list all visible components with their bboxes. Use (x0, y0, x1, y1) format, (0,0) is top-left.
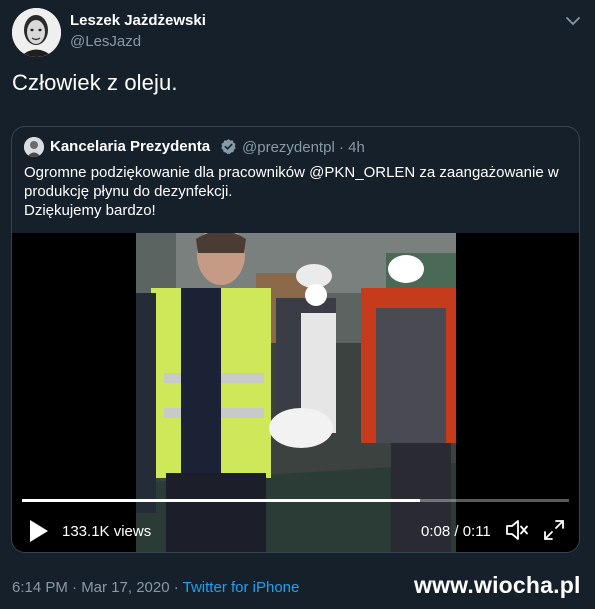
tweet-timestamp[interactable]: 6:14 PM · Mar 17, 2020 · (12, 579, 183, 596)
volume-icon (506, 520, 528, 540)
quoted-avatar[interactable] (24, 137, 44, 157)
fullscreen-button[interactable] (543, 519, 565, 541)
verified-badge-icon (220, 138, 237, 155)
quoted-text-line: produkcję płynu do dezynfekcji. (24, 183, 233, 200)
watermark: www.wiocha.pl (414, 572, 581, 598)
quoted-text-line: Ogromne podziękowanie dla pracowników @P… (24, 164, 559, 181)
video-views: 133.1K views (62, 523, 152, 540)
author-handle[interactable]: @LesJazd (70, 33, 141, 50)
tweet-text: Człowiek z oleju. (12, 70, 178, 95)
author-name[interactable]: Leszek Jażdżewski (70, 12, 206, 29)
quoted-author-name[interactable]: Kancelaria Prezydenta (50, 138, 210, 155)
tweet: Leszek Jażdżewski @LesJazd Człowiek z ol… (0, 0, 595, 609)
quoted-age[interactable]: 4h (348, 139, 365, 156)
quoted-handle[interactable]: @prezydentpl (242, 139, 335, 156)
video-player[interactable]: 133.1K views 0:08 / 0:11 (12, 233, 579, 552)
quoted-text-line: Dziękujemy bardzo! (24, 202, 156, 219)
tweet-menu-button[interactable] (562, 10, 584, 32)
play-icon (30, 520, 48, 542)
fullscreen-icon (544, 520, 564, 540)
quoted-tweet[interactable]: Kancelaria Prezydenta @prezydentpl · 4h … (11, 126, 580, 553)
quoted-separator: · (338, 139, 344, 156)
volume-button[interactable] (504, 517, 530, 543)
video-progress-fill (22, 499, 420, 502)
tweet-meta: 6:14 PM · Mar 17, 2020 · Twitter for iPh… (12, 579, 299, 596)
video-frame[interactable] (136, 233, 456, 552)
quoted-handle-line: @prezydentpl · 4h (242, 139, 365, 156)
author-avatar[interactable] (12, 8, 61, 57)
play-button[interactable] (28, 519, 50, 543)
quoted-text: Ogromne podziękowanie dla pracowników @P… (24, 163, 569, 220)
chevron-down-icon (566, 16, 580, 25)
tweet-source-link[interactable]: Twitter for iPhone (183, 579, 300, 596)
video-time: 0:08 / 0:11 (421, 523, 491, 540)
video-progress-bar[interactable] (22, 499, 569, 502)
